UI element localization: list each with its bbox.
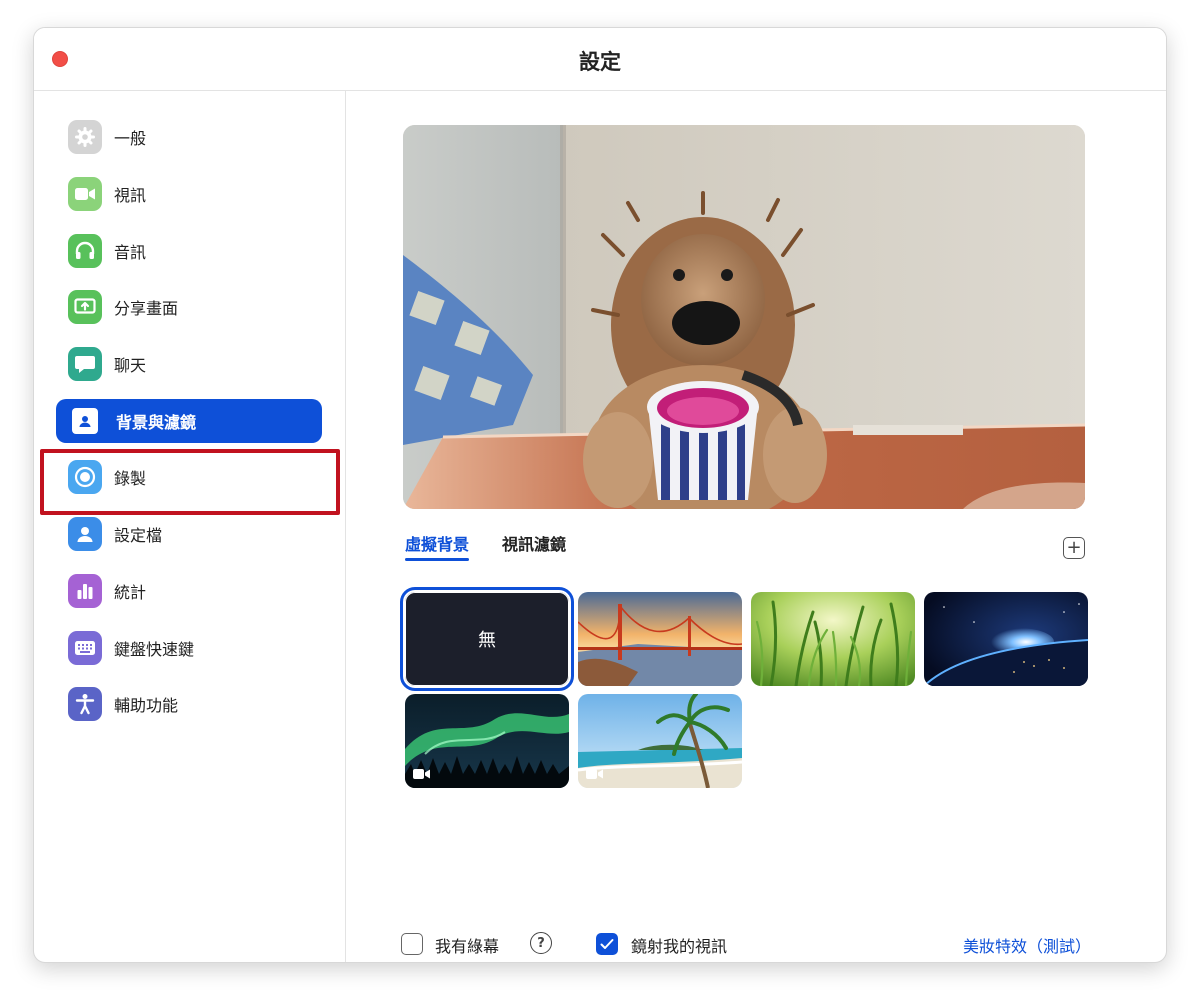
statistics-icon (68, 574, 102, 608)
tab-virtual-background[interactable]: 虛擬背景 (405, 531, 470, 561)
sidebar-item-accessibility[interactable]: 輔助功能 (56, 682, 322, 726)
sidebar-item-keyboard-shortcuts[interactable]: 鍵盤快速鍵 (56, 626, 322, 670)
settings-window: 設定 一般 視訊 音訊 分享畫面 聊天 背景與濾鏡 錄製 設定檔 統計 鍵盤快速… (33, 27, 1167, 963)
profile-icon (68, 517, 102, 551)
video-background-icon (586, 769, 603, 779)
sidebar-item-share-screen[interactable]: 分享畫面 (56, 285, 322, 329)
sidebar-item-label: 設定檔 (114, 526, 163, 545)
background-settings-panel: 虛擬背景 視訊濾鏡 + 無 我有綠幕 ? 鏡射我的視訊 美妝特效（測試） (347, 91, 1166, 962)
sidebar-item-chat[interactable]: 聊天 (56, 342, 322, 386)
sidebar-item-profile[interactable]: 設定檔 (56, 512, 322, 556)
green-screen-checkbox[interactable] (401, 933, 423, 955)
background-thumbnail-earth[interactable] (924, 592, 1088, 686)
background-options-row: 我有綠幕 ? 鏡射我的視訊 美妝特效（測試） (399, 931, 1099, 957)
sidebar-item-audio[interactable]: 音訊 (56, 229, 322, 273)
sidebar-item-label: 背景與濾鏡 (116, 413, 197, 432)
sidebar-item-label: 聊天 (114, 356, 147, 375)
background-thumbnail-beach[interactable] (578, 694, 742, 788)
add-background-button[interactable]: + (1063, 537, 1085, 559)
mirror-video-checkbox[interactable] (596, 933, 618, 955)
video-camera-icon (68, 177, 102, 211)
sidebar-item-video[interactable]: 視訊 (56, 172, 322, 216)
sidebar-item-background-filters[interactable]: 背景與濾鏡 (56, 399, 322, 443)
sidebar-item-record[interactable]: 錄製 (56, 455, 322, 499)
sidebar-item-label: 輔助功能 (114, 696, 179, 715)
background-thumbnail-golden-gate[interactable] (578, 592, 742, 686)
background-thumbnail-aurora[interactable] (405, 694, 569, 788)
beauty-effects-link[interactable]: 美妝特效（測試） (963, 933, 1091, 957)
sidebar-item-label: 音訊 (114, 243, 147, 262)
sidebar-item-label: 視訊 (114, 186, 147, 205)
background-thumbnail-grass[interactable] (751, 592, 915, 686)
background-thumbnail-none[interactable]: 無 (400, 587, 574, 691)
camera-preview (403, 125, 1085, 509)
record-icon (68, 460, 102, 494)
grass-image (751, 592, 915, 686)
window-title: 設定 (579, 50, 621, 74)
checkmark-icon (600, 939, 614, 949)
help-icon[interactable]: ? (530, 932, 552, 954)
sidebar-item-label: 分享畫面 (114, 299, 179, 318)
background-filter-icon (72, 408, 98, 434)
earth-from-space-image (924, 592, 1088, 686)
sidebar-item-label: 統計 (114, 583, 147, 602)
green-screen-label: 我有綠幕 (435, 937, 500, 956)
sidebar-item-label: 鍵盤快速鍵 (114, 640, 195, 659)
title-bar: 設定 (34, 28, 1166, 91)
sidebar-item-label: 錄製 (114, 469, 147, 488)
keyboard-icon (68, 631, 102, 665)
mirror-video-label: 鏡射我的視訊 (631, 937, 728, 956)
accessibility-icon (68, 687, 102, 721)
settings-sidebar: 一般 視訊 音訊 分享畫面 聊天 背景與濾鏡 錄製 設定檔 統計 鍵盤快速鍵 輔… (34, 91, 346, 962)
sidebar-item-statistics[interactable]: 統計 (56, 569, 322, 613)
golden-gate-bridge-image (578, 592, 742, 686)
sidebar-item-general[interactable]: 一般 (56, 115, 322, 159)
gear-icon (68, 120, 102, 154)
share-screen-icon (68, 290, 102, 324)
tab-video-filters[interactable]: 視訊濾鏡 (502, 531, 566, 555)
headphones-icon (68, 234, 102, 268)
video-background-icon (413, 769, 430, 779)
none-label: 無 (478, 630, 496, 651)
sidebar-item-label: 一般 (114, 129, 147, 148)
chat-bubble-icon (68, 347, 102, 381)
